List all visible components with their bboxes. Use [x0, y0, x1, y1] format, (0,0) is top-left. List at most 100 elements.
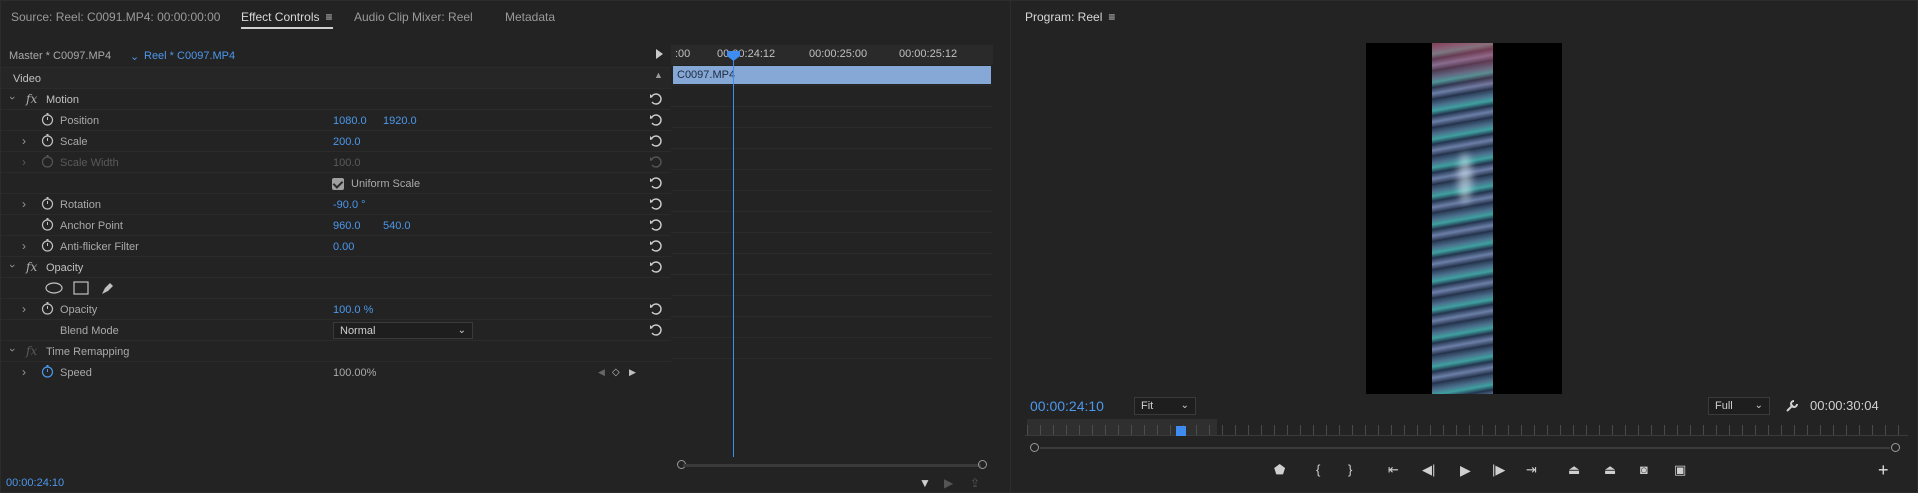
chevron-open-icon[interactable]: ›	[6, 96, 18, 100]
zoom-handle-left[interactable]	[1030, 443, 1039, 452]
chevron-right-icon[interactable]: ›	[22, 365, 26, 379]
timeline-zoom-scrollbar[interactable]	[677, 460, 987, 470]
tab-metadata[interactable]: Metadata	[505, 10, 555, 24]
blend-mode-label: Blend Mode	[60, 325, 119, 337]
opacity-effect-row[interactable]: › fx Opacity	[1, 256, 671, 277]
add-marker-icon[interactable]: ⬟	[1274, 462, 1285, 478]
position-x-value[interactable]: 1080.0	[333, 115, 367, 127]
chevron-right-icon[interactable]: ›	[22, 134, 26, 148]
stopwatch-icon[interactable]	[41, 302, 54, 315]
export-frame-camera-icon[interactable]: ◙	[1640, 462, 1648, 478]
stopwatch-icon[interactable]	[41, 197, 54, 210]
opacity-row: › Opacity 100.0 %	[1, 298, 671, 319]
reset-icon[interactable]	[649, 197, 663, 211]
reset-icon[interactable]	[649, 134, 663, 148]
reset-icon[interactable]	[649, 176, 663, 190]
speed-value[interactable]: 100.00%	[333, 367, 376, 379]
reset-icon[interactable]	[649, 218, 663, 232]
blend-mode-row: Blend Mode Normal ⌄	[1, 319, 671, 340]
zoom-handle-right[interactable]	[1891, 443, 1900, 452]
motion-effect-row[interactable]: › fx Motion	[1, 88, 671, 109]
tab-audio-clip-mixer[interactable]: Audio Clip Mixer: Reel	[354, 10, 473, 24]
program-playhead[interactable]	[1176, 426, 1186, 436]
chevron-right-icon[interactable]: ›	[22, 197, 26, 211]
extract-icon[interactable]: ⏏	[1604, 462, 1616, 478]
stopwatch-icon[interactable]	[41, 113, 54, 126]
program-monitor-tab[interactable]: Program: Reel ≡	[1025, 10, 1115, 24]
wrench-settings-icon[interactable]	[1785, 399, 1799, 413]
tab-source[interactable]: Source: Reel: C0091.MP4: 00:00:00:00	[11, 10, 220, 24]
ruler-label: :00	[675, 48, 691, 60]
ellipse-mask-icon[interactable]	[45, 282, 63, 294]
position-y-value[interactable]: 1920.0	[383, 115, 417, 127]
prev-keyframe-icon[interactable]: ◀	[598, 367, 605, 378]
master-clip-tab[interactable]: Master * C0097.MP4	[9, 50, 111, 62]
program-time-ruler[interactable]	[1025, 419, 1908, 439]
stopwatch-icon[interactable]	[41, 218, 54, 231]
reset-icon[interactable]	[649, 323, 663, 337]
button-editor-plus-icon[interactable]: +	[1878, 460, 1889, 481]
reset-icon[interactable]	[649, 260, 663, 274]
chevron-right-icon[interactable]: ›	[22, 302, 26, 316]
mark-in-icon[interactable]: {	[1316, 462, 1320, 478]
chevron-down-icon[interactable]: ⌄	[130, 50, 139, 63]
pen-mask-icon[interactable]	[100, 281, 115, 296]
chevron-right-icon[interactable]: ›	[22, 239, 26, 253]
reset-icon[interactable]	[649, 302, 663, 316]
program-current-time[interactable]: 00:00:24:10	[1030, 398, 1104, 414]
video-label: Video	[13, 73, 41, 85]
stopwatch-icon[interactable]	[41, 134, 54, 147]
program-zoom-scrollbar[interactable]	[1030, 443, 1900, 453]
fx-icon[interactable]: fx	[26, 260, 37, 274]
time-remapping-row[interactable]: › fx Time Remapping	[1, 340, 671, 361]
go-to-in-icon[interactable]: ⇤	[1388, 462, 1399, 478]
tab-effect-controls[interactable]: Effect Controls ≡	[241, 10, 333, 29]
next-keyframe-icon[interactable]: ▶	[629, 367, 636, 378]
time-ruler[interactable]: :00 00:00:24:12 00:00:25:00 00:00:25:12	[671, 45, 993, 65]
go-to-out-icon[interactable]: ⇥	[1526, 462, 1537, 478]
lift-icon[interactable]: ⏏	[1568, 462, 1580, 478]
fx-icon[interactable]: fx	[26, 92, 37, 106]
comparison-view-icon[interactable]: ▣	[1674, 462, 1686, 478]
opacity-value[interactable]: 100.0 %	[333, 304, 373, 316]
stopwatch-icon[interactable]	[41, 365, 54, 378]
chevron-open-icon[interactable]: ›	[6, 348, 18, 352]
anti-flicker-label: Anti-flicker Filter	[60, 241, 139, 253]
rotation-value[interactable]: -90.0 °	[333, 199, 366, 211]
collapse-up-icon[interactable]: ▲	[654, 70, 663, 80]
reset-icon[interactable]	[649, 239, 663, 253]
anchor-point-x-value[interactable]: 960.0	[333, 220, 361, 232]
reset-icon[interactable]	[649, 113, 663, 127]
zoom-level-dropdown[interactable]: Fit ⌄	[1134, 397, 1196, 415]
hamburger-icon[interactable]: ≡	[325, 10, 332, 24]
filter-icon[interactable]: ▼	[919, 476, 931, 490]
step-back-icon[interactable]: ◀|	[1422, 462, 1435, 478]
uniform-scale-checkbox[interactable]	[332, 178, 344, 190]
rectangle-mask-icon[interactable]	[73, 281, 89, 295]
export-icon[interactable]: ⇪	[970, 476, 980, 490]
resolution-value: Full	[1715, 400, 1733, 412]
show-timeline-toggle-icon[interactable]	[656, 49, 663, 59]
clip-bar[interactable]: C0097.MP4	[673, 66, 991, 84]
hamburger-icon[interactable]: ≡	[1108, 10, 1115, 24]
play-audio-icon[interactable]: ▶	[944, 476, 953, 490]
current-time-display[interactable]: 00:00:24:10	[6, 477, 64, 489]
zoom-level-value: Fit	[1141, 400, 1154, 412]
chevron-open-icon[interactable]: ›	[6, 264, 18, 268]
scale-value[interactable]: 200.0	[333, 136, 361, 148]
add-keyframe-icon[interactable]: ◇	[612, 367, 620, 378]
sequence-clip-tab[interactable]: Reel * C0097.MP4	[144, 50, 235, 62]
mark-out-icon[interactable]: }	[1348, 462, 1352, 478]
step-forward-icon[interactable]: |▶	[1492, 462, 1505, 478]
playhead-line[interactable]	[733, 51, 734, 457]
anti-flicker-value[interactable]: 0.00	[333, 241, 354, 253]
zoom-handle-right[interactable]	[978, 460, 987, 469]
clip-name: C0097.MP4	[677, 69, 736, 81]
anchor-point-y-value[interactable]: 540.0	[383, 220, 411, 232]
play-icon[interactable]: ▶	[1460, 462, 1471, 478]
reset-icon[interactable]	[649, 92, 663, 106]
resolution-dropdown[interactable]: Full ⌄	[1708, 397, 1770, 415]
blend-mode-dropdown[interactable]: Normal ⌄	[333, 322, 473, 339]
clip-selector-row: Master * C0097.MP4 ⌄ Reel * C0097.MP4	[1, 45, 666, 65]
stopwatch-icon[interactable]	[41, 239, 54, 252]
